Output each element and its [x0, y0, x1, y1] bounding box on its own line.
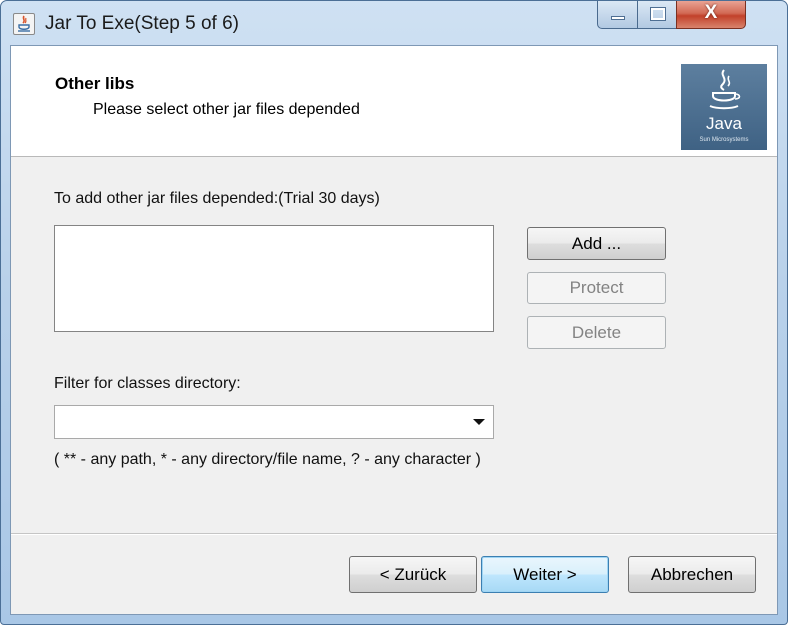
java-logo-text: Java [706, 114, 742, 133]
close-icon: X [704, 2, 718, 23]
filter-label: Filter for classes directory: [54, 375, 241, 392]
step-description: Please select other jar files depended [93, 101, 360, 118]
java-cup-icon [709, 69, 741, 110]
dropdown-arrow-icon[interactable] [473, 419, 485, 425]
maximize-icon [650, 7, 666, 21]
filter-combobox[interactable] [54, 405, 494, 439]
java-app-icon[interactable] [13, 13, 35, 35]
close-button[interactable]: X [676, 1, 746, 29]
wizard-header: Other libs Please select other jar files… [11, 46, 777, 157]
minimize-icon [611, 16, 625, 20]
window-title: Jar To Exe(Step 5 of 6) [45, 13, 239, 34]
title-bar[interactable]: Jar To Exe(Step 5 of 6) X [1, 1, 787, 45]
dialog-client-area: Other libs Please select other jar files… [10, 45, 778, 615]
dialog-window: Jar To Exe(Step 5 of 6) X Other libs Ple… [0, 0, 788, 625]
jar-files-list[interactable] [54, 225, 494, 332]
add-button[interactable]: Add ... [527, 227, 666, 260]
libs-label: To add other jar files depended:(Trial 3… [54, 190, 380, 207]
java-logo: Java Sun Microsystems [681, 64, 767, 150]
cancel-button[interactable]: Abbrechen [628, 556, 756, 593]
maximize-button[interactable] [637, 1, 677, 29]
delete-button[interactable]: Delete [527, 316, 666, 349]
step-title: Other libs [55, 74, 135, 93]
filter-hint: ( ** - any path, * - any directory/file … [54, 451, 481, 468]
next-button[interactable]: Weiter > [481, 556, 609, 593]
java-logo-subtext: Sun Microsystems [699, 137, 749, 143]
footer-separator [11, 533, 777, 535]
minimize-button[interactable] [597, 1, 638, 29]
protect-button[interactable]: Protect [527, 272, 666, 304]
back-button[interactable]: < Zurück [349, 556, 477, 593]
